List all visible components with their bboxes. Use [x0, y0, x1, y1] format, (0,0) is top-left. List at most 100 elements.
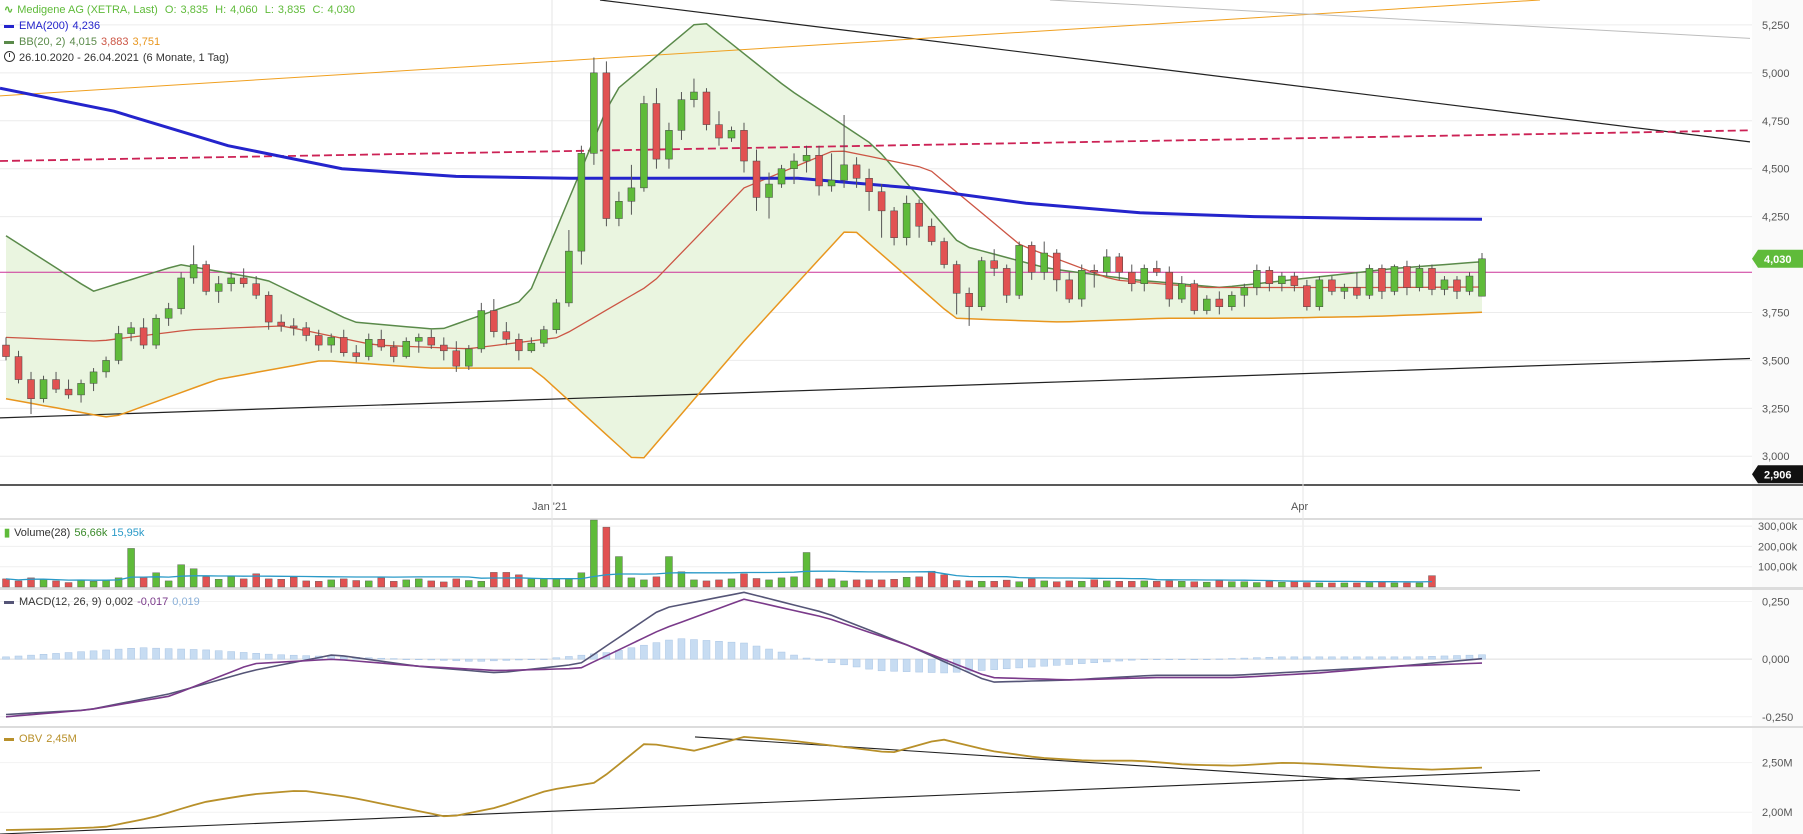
volume-bar [690, 579, 698, 588]
candle-body [1340, 287, 1349, 292]
macd-histogram-bar [1190, 658, 1199, 660]
volume-bar [752, 578, 761, 588]
candle-body [1090, 270, 1098, 273]
candle-body [1002, 268, 1011, 296]
volume-bar [565, 579, 573, 588]
candle-body [239, 277, 248, 284]
macd-histogram-bar [177, 648, 185, 660]
candle-body [390, 346, 398, 357]
candle-body [1365, 268, 1374, 296]
volume-bar [39, 579, 48, 588]
volume-bar [902, 577, 911, 588]
candle-body [927, 225, 936, 242]
macd-histogram-bar [1027, 658, 1036, 668]
volume-bar [1240, 581, 1249, 588]
macd-histogram-bar [865, 658, 873, 670]
volume-bar [740, 573, 748, 588]
volume-bar [915, 576, 923, 588]
candle-body [1303, 285, 1311, 307]
candle-body [164, 308, 173, 319]
legend-bb[interactable]: BB(20, 2) 4,015 3,883 3,751 [4, 35, 164, 50]
macd-histogram-bar [152, 647, 160, 660]
volume-bar [1078, 581, 1086, 588]
volume-bar [1253, 582, 1261, 588]
price-tick-label: 4,500 [1762, 164, 1790, 176]
candle-body [1415, 268, 1424, 288]
candle-body [1102, 256, 1111, 273]
volume-bar [927, 570, 936, 588]
candle-body [527, 342, 536, 352]
volume-bar [1390, 582, 1399, 588]
volume-bar [227, 576, 235, 588]
volume-bar [89, 581, 98, 588]
volume-bar [1165, 580, 1173, 588]
candle-body [1165, 271, 1174, 300]
volume-bar [1153, 581, 1161, 588]
candle-body [1077, 270, 1086, 300]
volume-bar [852, 579, 861, 588]
volume-bar [952, 580, 961, 588]
obv-support-trendline [0, 770, 1541, 834]
macd-histogram-bar [1328, 656, 1336, 660]
price-tick-label: 3,250 [1762, 403, 1790, 415]
legend-range: 26.10.2020 - 26.04.2021 (6 Monate, 1 Tag) [4, 51, 233, 66]
volume-tick-label: 300,00k [1758, 521, 1798, 533]
volume-bar [1290, 581, 1299, 588]
macd-histogram-bar [427, 658, 436, 661]
candle-body [152, 317, 160, 346]
candle-body [1290, 275, 1299, 286]
candle-body [114, 333, 123, 361]
volume-bar [1415, 582, 1424, 588]
candle-body [177, 277, 185, 309]
stock-chart[interactable]: 5,250 5,000 4,750 4,500 4,250 3,750 3,500 3,250… [0, 0, 1803, 834]
candle-body [1390, 266, 1399, 292]
macd-histogram-bar [552, 657, 561, 660]
volume-bar [189, 568, 198, 588]
volume-bar [677, 571, 686, 588]
macd-histogram-bar [690, 639, 698, 660]
macd-histogram-bar [1178, 658, 1186, 660]
candle-body [377, 339, 386, 348]
volume-bar [1353, 582, 1361, 588]
macd-histogram-bar [189, 649, 198, 660]
candle-body [127, 327, 135, 334]
volume-bars-icon: ▮ [4, 527, 11, 539]
macd-histogram-bar [565, 656, 573, 660]
volume-bar [14, 580, 23, 588]
macd-histogram-bar [1415, 656, 1424, 660]
candle-body [1428, 268, 1436, 290]
candle-body [214, 283, 223, 292]
price-tick-label: 5,250 [1762, 20, 1790, 32]
candle-body [364, 339, 373, 357]
candle-body [1478, 258, 1486, 297]
candle-body [52, 379, 60, 390]
candle-body [1265, 270, 1274, 284]
legend-obv[interactable]: OBV 2,45M [4, 732, 81, 747]
volume-bar [1203, 581, 1211, 588]
legend-ema[interactable]: EMA(200) 4,236 [4, 19, 104, 34]
legend-instrument: ∿ Medigene AG (XETRA, Last) O: 3,835 H: 4,0… [4, 4, 356, 16]
candle-body [940, 241, 948, 265]
instrument-name: Medigene AG (XETRA, Last) [17, 4, 158, 16]
volume-bar [840, 580, 848, 588]
volume-bar [1328, 582, 1336, 588]
volume-bar [1090, 579, 1098, 588]
legend-volume[interactable]: ▮ Volume(28) 56,66k 15,95k [4, 526, 148, 541]
candle-body [715, 124, 723, 139]
volume-bar [890, 579, 898, 588]
macd-histogram-bar [1065, 658, 1073, 665]
macd-histogram-bar [1203, 658, 1211, 660]
volume-bar [352, 580, 360, 588]
macd-histogram-bar [1428, 656, 1436, 660]
legend-macd[interactable]: MACD(12, 26, 9) 0,002 -0,017 0,019 [4, 595, 204, 610]
price-tick-label: 3,000 [1762, 451, 1790, 463]
candle-body [777, 168, 786, 185]
volume-bar [702, 580, 711, 588]
clock-icon [4, 51, 15, 62]
candle-body [1128, 271, 1136, 284]
candle-body [1253, 270, 1261, 288]
macd-histogram-bar [377, 657, 386, 660]
macd-histogram-bar [402, 658, 411, 660]
macd-histogram-bar [990, 658, 998, 670]
macd-histogram-bar [627, 647, 636, 660]
